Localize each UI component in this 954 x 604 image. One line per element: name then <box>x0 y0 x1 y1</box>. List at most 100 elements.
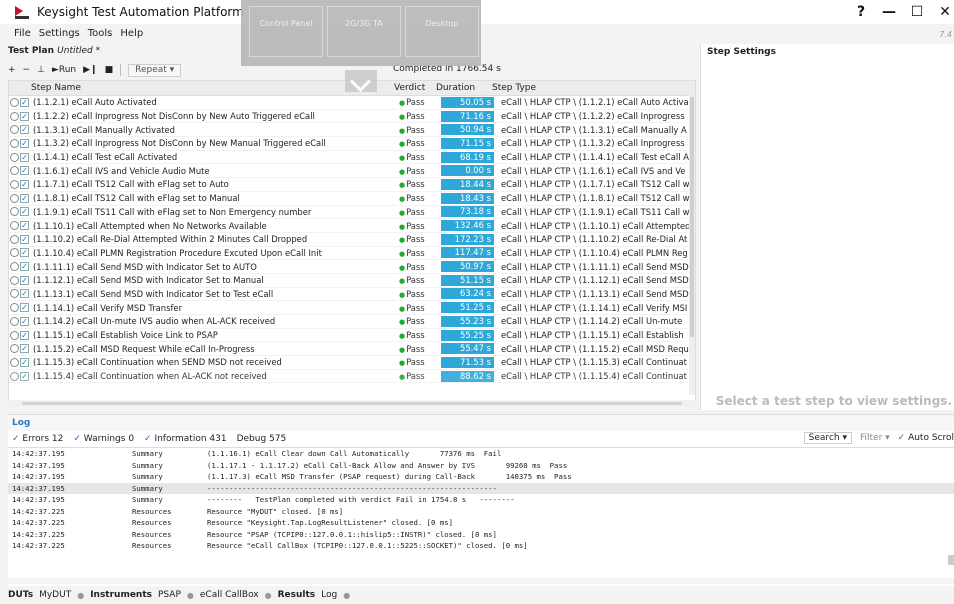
information-filter-toggle[interactable]: ✓ Information 431 <box>144 434 227 444</box>
table-row[interactable]: ✓ (1.1.15.1) eCall Establish Voice Link t… <box>9 329 695 343</box>
steps-horizontal-scrollbar[interactable] <box>8 400 696 407</box>
column-step-name[interactable]: Step Name <box>9 83 394 93</box>
breakpoint-radio[interactable] <box>10 289 19 299</box>
table-row[interactable]: ✓ (1.1.14.1) eCall Verify MSD Transfer Pas… <box>9 301 695 315</box>
close-icon[interactable]: ✕ <box>938 4 952 20</box>
column-step-type[interactable]: Step Type <box>492 83 682 93</box>
step-enabled-checkbox[interactable]: ✓ <box>20 275 29 285</box>
table-row[interactable]: ✓ (1.1.3.1) eCall Manually Activated Pass5… <box>9 123 695 138</box>
step-enabled-checkbox[interactable]: ✓ <box>20 248 29 258</box>
breakpoint-radio[interactable] <box>10 125 19 135</box>
step-enabled-checkbox[interactable]: ✓ <box>20 179 29 189</box>
log-line[interactable]: 14:42:37.195 Summary (1.1.17.1 - 1.1.17.2)… <box>8 460 954 472</box>
column-duration[interactable]: Duration <box>436 83 492 93</box>
step-enabled-checkbox[interactable]: ✓ <box>20 330 29 340</box>
table-row[interactable]: ✓ (1.1.11.1) eCall Send MSD with Indicato… <box>9 260 695 274</box>
insert-child-button[interactable]: ⊥ <box>37 65 45 75</box>
table-row[interactable]: ✓ (1.1.2.1) eCall Auto Activated Pass50.05… <box>9 96 695 110</box>
step-enabled-checkbox[interactable]: ✓ <box>20 371 29 381</box>
step-enabled-checkbox[interactable]: ✓ <box>20 111 29 121</box>
step-enabled-checkbox[interactable]: ✓ <box>20 97 29 107</box>
table-row[interactable]: ✓ (1.1.14.2) eCall Un-mute IVS audio when… <box>9 315 695 329</box>
step-enabled-checkbox[interactable]: ✓ <box>20 152 29 162</box>
step-enabled-checkbox[interactable]: ✓ <box>20 316 29 326</box>
breakpoint-radio[interactable] <box>10 234 19 244</box>
table-row[interactable]: ✓ (1.1.9.1) eCall TS11 Call with eFlag se… <box>9 206 695 220</box>
table-row[interactable]: ✓ (1.1.10.4) eCall PLMN Registration Proc… <box>9 247 695 261</box>
table-row[interactable]: ✓ (1.1.15.2) eCall MSD Request While eCal… <box>9 342 695 357</box>
help-icon[interactable]: ? <box>854 4 868 20</box>
menu-tools[interactable]: Tools <box>88 28 113 39</box>
breakpoint-radio[interactable] <box>10 179 19 189</box>
table-row[interactable]: ✓ (1.1.4.1) eCall Test eCall Activated Pas… <box>9 151 695 165</box>
breakpoint-radio[interactable] <box>10 97 19 107</box>
log-line[interactable]: 14:42:37.195 Summary (1.1.16.1) eCall Clea… <box>8 448 954 460</box>
errors-filter-toggle[interactable]: ✓ Errors 12 <box>12 434 63 444</box>
add-step-button[interactable]: + <box>8 65 16 75</box>
overlay-tab-desktop[interactable]: Desktop <box>405 6 479 57</box>
table-row[interactable]: ✓ (1.1.7.1) eCall TS12 Call with eFlag se… <box>9 178 695 192</box>
table-row[interactable]: ✓ (1.1.15.4) eCall Continuation when AL-A… <box>9 370 695 384</box>
stop-button[interactable]: ■ <box>105 65 114 75</box>
menu-file[interactable]: File <box>14 28 31 39</box>
instrument-psap[interactable]: PSAP <box>158 590 181 600</box>
breakpoint-radio[interactable] <box>10 207 19 217</box>
table-row[interactable]: ✓ (1.1.10.1) eCall Attempted when No Netw… <box>9 219 695 233</box>
result-log[interactable]: Log <box>321 590 337 600</box>
table-row[interactable]: ✓ (1.1.10.2) eCall Re-Dial Attempted With… <box>9 233 695 247</box>
log-vertical-scrollbar[interactable] <box>948 555 954 565</box>
log-line[interactable]: 14:42:37.225 Resources Resource "eCall Cal… <box>8 540 954 552</box>
breakpoint-radio[interactable] <box>10 303 19 313</box>
table-row[interactable]: ✓ (1.1.6.1) eCall IVS and Vehicle Audio M… <box>9 164 695 179</box>
breakpoint-radio[interactable] <box>10 275 19 285</box>
step-enabled-checkbox[interactable]: ✓ <box>20 303 29 313</box>
menu-settings[interactable]: Settings <box>39 28 80 39</box>
debug-filter-toggle[interactable]: Debug 575 <box>237 434 287 444</box>
log-line[interactable]: 14:42:37.195 Summary (1.1.17.3) eCall MSD … <box>8 471 954 483</box>
step-enabled-checkbox[interactable]: ✓ <box>20 166 29 176</box>
table-row[interactable]: ✓ (1.1.12.1) eCall Send MSD with Indicato… <box>9 274 695 288</box>
breakpoint-radio[interactable] <box>10 166 19 176</box>
step-enabled-checkbox[interactable]: ✓ <box>20 289 29 299</box>
instrument-callbox[interactable]: eCall CallBox <box>200 590 259 600</box>
breakpoint-radio[interactable] <box>10 193 19 203</box>
steps-vertical-scrollbar[interactable] <box>689 95 695 395</box>
table-row[interactable]: ✓ (1.1.13.1) eCall Send MSD with Indicato… <box>9 288 695 302</box>
menu-help[interactable]: Help <box>120 28 143 39</box>
breakpoint-radio[interactable] <box>10 248 19 258</box>
breakpoint-radio[interactable] <box>10 221 19 231</box>
log-filter-dropdown[interactable]: Filter ▾ <box>860 433 890 443</box>
step-enabled-checkbox[interactable]: ✓ <box>20 234 29 244</box>
log-line[interactable]: 14:42:37.195 Summary -------- TestPlan com… <box>8 494 954 506</box>
breakpoint-radio[interactable] <box>10 371 19 381</box>
auto-scroll-toggle[interactable]: ✓ Auto Scrol <box>898 433 954 443</box>
maximize-icon[interactable]: ☐ <box>910 4 924 20</box>
log-line[interactable]: 14:42:37.225 Resources Resource "PSAP (TCP… <box>8 529 954 541</box>
remove-step-button[interactable]: − <box>23 65 31 75</box>
chevron-down-icon[interactable] <box>345 70 377 92</box>
breakpoint-radio[interactable] <box>10 344 19 354</box>
log-line[interactable]: 14:42:37.225 Resources Resource "Keysight.… <box>8 517 954 529</box>
dut-item[interactable]: MyDUT <box>39 590 71 600</box>
table-row[interactable]: ✓ (1.1.3.2) eCall Inprogress Not DisConn … <box>9 137 695 151</box>
breakpoint-radio[interactable] <box>10 152 19 162</box>
log-horizontal-scrollbar[interactable] <box>8 578 954 584</box>
table-row[interactable]: ✓ (1.1.15.3) eCall Continuation when SEND… <box>9 356 695 370</box>
log-search-button[interactable]: Search ▾ <box>803 432 852 444</box>
breakpoint-radio[interactable] <box>10 111 19 121</box>
run-button[interactable]: ►Run <box>52 65 76 75</box>
step-enabled-checkbox[interactable]: ✓ <box>20 221 29 231</box>
step-enabled-checkbox[interactable]: ✓ <box>20 193 29 203</box>
warnings-filter-toggle[interactable]: ✓ Warnings 0 <box>73 434 134 444</box>
breakpoint-radio[interactable] <box>10 316 19 326</box>
step-enabled-checkbox[interactable]: ✓ <box>20 138 29 148</box>
run-step-button[interactable]: ▶❙ <box>83 65 97 75</box>
log-line[interactable]: 14:42:37.225 Resources Resource "MyDUT" cl… <box>8 506 954 518</box>
breakpoint-radio[interactable] <box>10 138 19 148</box>
breakpoint-radio[interactable] <box>10 262 19 272</box>
minimize-icon[interactable]: — <box>882 4 896 20</box>
table-row[interactable]: ✓ (1.1.8.1) eCall TS12 Call with eFlag se… <box>9 192 695 206</box>
log-line[interactable]: 14:42:37.195 Summary ---------------------… <box>8 482 954 494</box>
step-enabled-checkbox[interactable]: ✓ <box>20 344 29 354</box>
step-enabled-checkbox[interactable]: ✓ <box>20 357 29 367</box>
